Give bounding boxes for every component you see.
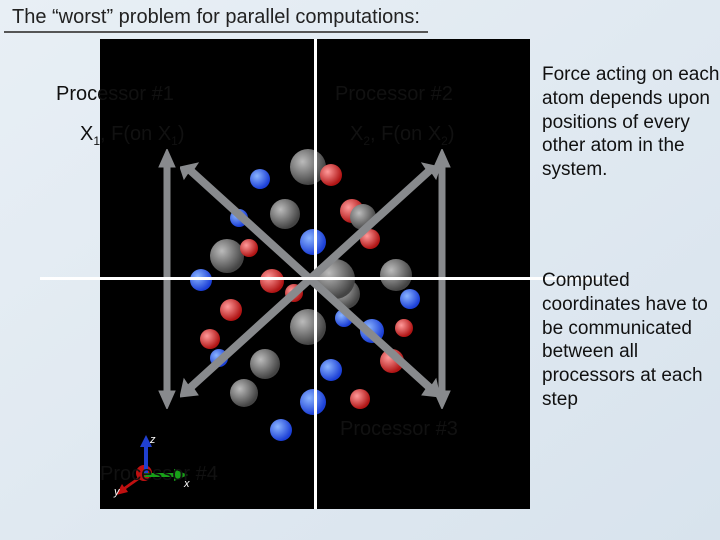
label-x1: X1, F(on X1) [80,123,185,148]
simulation-box: x y z [100,39,530,509]
label-processor-3: Processor #3 [340,418,458,441]
label-processor-2: Processor #2 [335,83,453,106]
label-x2: X2, F(on X2) [350,123,455,148]
label-processor-4: Processor #4 [100,463,218,486]
paragraph-comm: Computed coordinates have to be communic… [542,269,720,412]
svg-text:z: z [149,434,156,446]
diagram-stage: x y z Processor #1 Processor #2 Processo… [0,33,720,533]
slide-title: The “worst” problem for parallel computa… [4,0,428,33]
paragraph-force: Force acting on each atom depends upon p… [542,63,720,182]
horizontal-divider-ext [40,277,600,280]
label-processor-1: Processor #1 [56,83,174,106]
